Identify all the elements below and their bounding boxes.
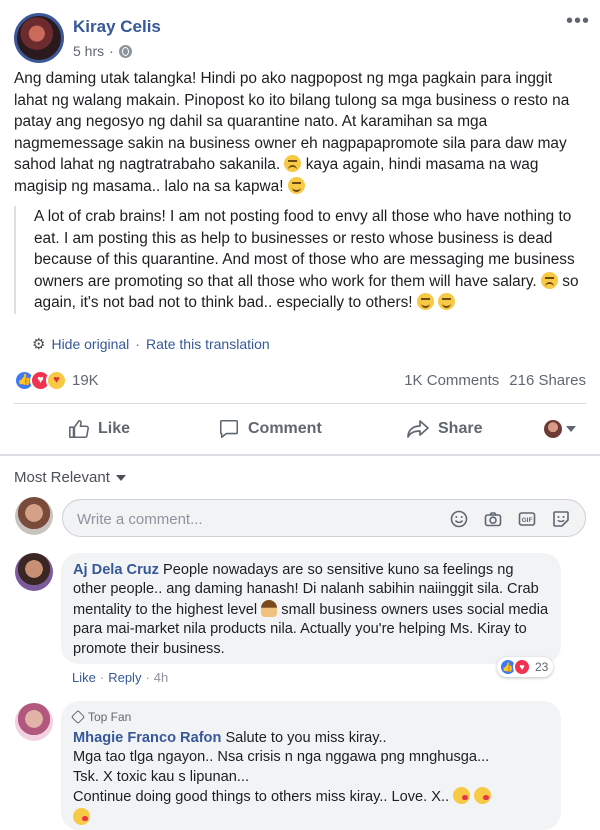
diamond-icon xyxy=(70,709,86,725)
disappointed-emoji-icon xyxy=(540,271,558,289)
comment-text: Continue doing good things to others mis… xyxy=(73,789,450,806)
comment-bubble-icon xyxy=(219,419,239,439)
author-avatar[interactable] xyxy=(14,13,64,63)
smile-emoji-icon xyxy=(416,293,434,311)
post-time[interactable]: 5 hrs xyxy=(73,43,104,59)
woman-facepalm-emoji-icon xyxy=(261,599,278,617)
comment-composer: GIF xyxy=(62,499,586,537)
share-button[interactable]: Share xyxy=(406,418,482,440)
post-meta: 5 hrs · xyxy=(73,43,132,59)
avatar xyxy=(544,420,562,438)
more-options-icon[interactable]: ••• xyxy=(566,10,590,33)
comment-button[interactable]: Comment xyxy=(218,418,322,440)
comment-text: Tsk. X toxic kau s lipunan... xyxy=(73,768,250,785)
kissing-emoji-icon xyxy=(73,807,90,825)
divider xyxy=(14,403,586,404)
gif-icon[interactable]: GIF xyxy=(517,509,537,529)
comment-time[interactable]: 4h xyxy=(154,670,168,685)
commenter-avatar[interactable] xyxy=(15,703,53,741)
public-globe-icon xyxy=(118,44,132,58)
author-name[interactable]: Kiray Celis xyxy=(73,17,161,37)
chevron-down-icon xyxy=(115,474,126,481)
comment-bubble: Aj Dela Cruz People nowadays are so sens… xyxy=(61,553,561,664)
chevron-down-icon xyxy=(566,426,576,432)
comment-reply-link[interactable]: Reply xyxy=(108,670,141,685)
comment-text: Mga tao tlga ngayon.. Nsa crisis n nga n… xyxy=(73,749,490,766)
comment-actions: Like · Reply · 4h xyxy=(72,670,169,685)
camera-icon[interactable] xyxy=(483,509,503,529)
rate-translation-link[interactable]: Rate this translation xyxy=(146,336,270,352)
gear-icon[interactable]: ⚙ xyxy=(32,335,45,353)
comment-sort-dropdown[interactable]: Most Relevant xyxy=(14,469,126,486)
action-bar: Like Comment Share xyxy=(14,406,586,452)
comments-count[interactable]: 1K Comments xyxy=(404,372,499,389)
disappointed-emoji-icon xyxy=(284,155,302,173)
sticker-icon[interactable] xyxy=(551,509,571,529)
care-reaction-icon: ♥ xyxy=(46,370,67,391)
engagement-counts: 1K Comments 216 Shares xyxy=(404,372,586,389)
emoji-icon[interactable] xyxy=(449,509,469,529)
svg-text:GIF: GIF xyxy=(522,517,533,524)
hide-original-link[interactable]: Hide original xyxy=(51,336,129,352)
post-translation: A lot of crab brains! I am not posting f… xyxy=(14,206,590,314)
translation-links: ⚙ Hide original · Rate this translation xyxy=(32,335,270,353)
current-user-avatar xyxy=(15,497,53,535)
reaction-summary[interactable]: 👍 ♥ ♥ 19K xyxy=(14,370,99,391)
shares-count[interactable]: 216 Shares xyxy=(509,372,586,389)
commenter-avatar[interactable] xyxy=(15,553,53,591)
top-fan-badge: Top Fan xyxy=(70,709,549,725)
post-text: Ang daming utak talangka! Hindi po ako n… xyxy=(14,70,570,195)
like-button[interactable]: Like xyxy=(68,418,130,440)
post-card: Kiray Celis 5 hrs · ••• Ang daming utak … xyxy=(0,0,600,830)
comment-bubble: Top Fan Mhagie Franco Rafon Salute to yo… xyxy=(61,701,561,830)
kissing-emoji-icon xyxy=(474,787,492,805)
section-divider xyxy=(0,454,600,456)
commenter-name[interactable]: Aj Dela Cruz xyxy=(73,562,159,578)
reaction-count[interactable]: 19K xyxy=(72,372,99,389)
post-as-selector[interactable] xyxy=(544,420,576,438)
comment-reaction-count: 23 xyxy=(535,660,549,674)
thumbs-up-icon xyxy=(69,419,89,439)
comment-input[interactable] xyxy=(77,508,437,530)
smile-emoji-icon xyxy=(438,293,456,311)
smile-emoji-icon xyxy=(287,176,305,194)
commenter-name[interactable]: Mhagie Franco Rafon xyxy=(73,730,221,746)
comment-text: Salute to you miss kiray.. xyxy=(225,730,387,746)
comment-like-link[interactable]: Like xyxy=(72,670,96,685)
composer-icons: GIF xyxy=(449,509,571,529)
meta-separator: · xyxy=(109,43,114,59)
love-reaction-icon: ♥ xyxy=(513,658,531,676)
comment-reactions[interactable]: 👍 ♥ 23 xyxy=(497,657,554,677)
kissing-emoji-icon xyxy=(453,787,471,805)
share-arrow-icon xyxy=(407,420,429,438)
